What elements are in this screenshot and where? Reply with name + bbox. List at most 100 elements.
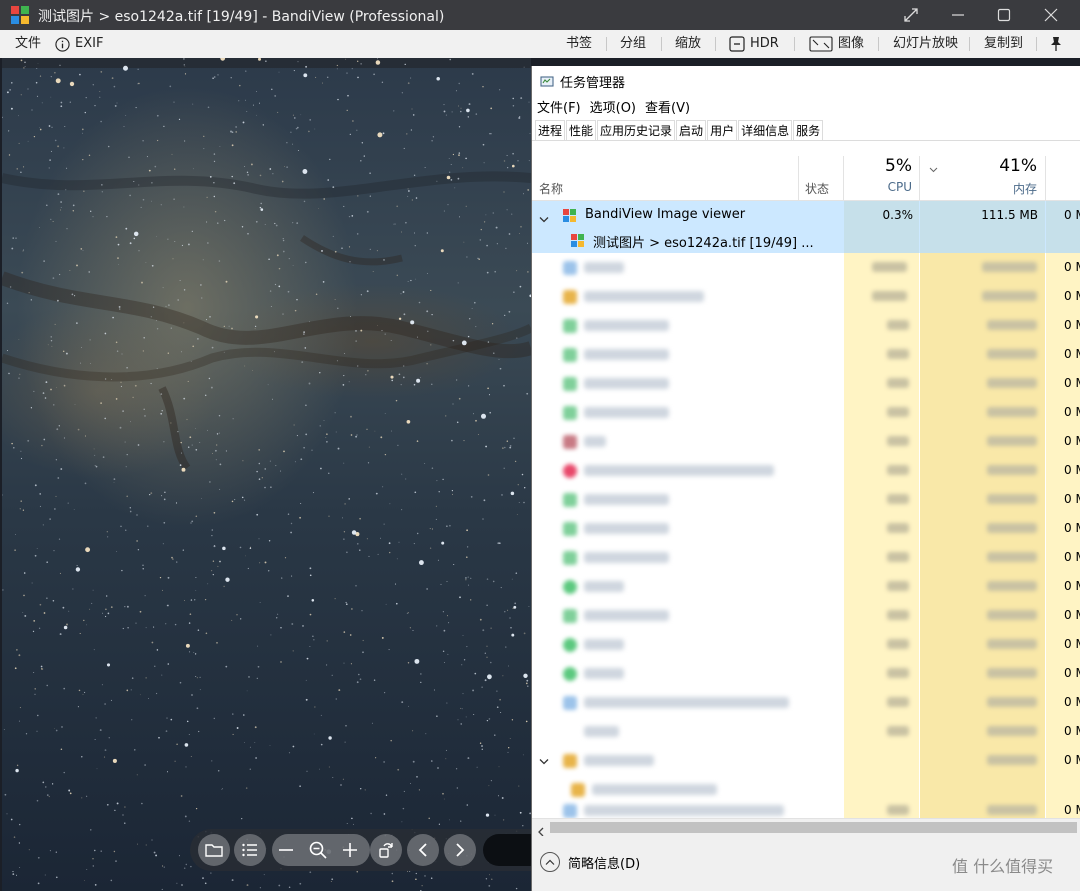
disk-value: 0 M	[1064, 521, 1080, 535]
tab-services[interactable]: 服务	[793, 120, 824, 141]
disk-value: 0 M	[1064, 289, 1080, 303]
slideshow-button[interactable]: 幻灯片放映	[893, 30, 958, 58]
tab-processes[interactable]: 进程	[535, 120, 566, 141]
process-row[interactable]: 0 M	[532, 543, 1080, 572]
process-row[interactable]: 0 M	[532, 796, 1080, 818]
minimize-icon[interactable]	[935, 0, 981, 30]
info-icon	[55, 36, 70, 52]
disk-value: 0 M	[1064, 579, 1080, 593]
process-memory: 111.5 MB	[981, 208, 1038, 222]
disk-value: 0 M	[1064, 376, 1080, 390]
tab-details[interactable]: 详细信息	[738, 120, 793, 141]
zoom-fit-icon[interactable]	[308, 840, 328, 864]
disk-value: 0 M	[1064, 753, 1080, 767]
process-row[interactable]: 0 M	[532, 311, 1080, 340]
menu-view[interactable]: 查看(V)	[645, 97, 690, 116]
tab-app-history[interactable]: 应用历史记录	[597, 120, 676, 141]
expand-chevron-icon[interactable]	[539, 209, 549, 228]
process-row[interactable]: 0 M	[532, 369, 1080, 398]
process-row[interactable]: 0 M	[532, 746, 1080, 775]
fewer-details-button[interactable]: 简略信息(D)	[540, 852, 640, 872]
process-row[interactable]: 0 M	[532, 630, 1080, 659]
task-manager-title-text: 任务管理器	[560, 76, 626, 91]
process-list: BandiView Image viewer 0.3% 111.5 MB 0 M…	[532, 201, 1080, 818]
title-bar: 测试图片 > eso1242a.tif [19/49] - BandiView …	[0, 0, 1080, 30]
exif-button[interactable]: EXIF	[55, 30, 103, 58]
disk-value: 0 M	[1064, 637, 1080, 651]
maximize-icon[interactable]	[981, 0, 1027, 30]
process-child-window: 测试图片 > eso1242a.tif [19/49] ...	[593, 236, 814, 251]
zoom-out-icon[interactable]	[276, 840, 296, 864]
tab-performance[interactable]: 性能	[566, 120, 597, 141]
process-row[interactable]: 0 M	[532, 688, 1080, 717]
copy-to-button[interactable]: 复制到	[984, 30, 1023, 58]
column-cpu[interactable]: CPU	[888, 180, 912, 194]
task-manager-tabs: 进程 性能 应用历史记录 启动 用户 详细信息 服务	[535, 120, 824, 141]
task-manager-window: 任务管理器 文件(F) 选项(O) 查看(V) 进程 性能 应用历史记录 启动 …	[531, 66, 1080, 891]
process-cpu: 0.3%	[882, 208, 914, 222]
hdr-icon	[729, 36, 745, 52]
disk-value: 0 M	[1064, 608, 1080, 622]
pin-icon[interactable]	[1049, 36, 1063, 52]
window-title: 测试图片 > eso1242a.tif [19/49] - BandiView …	[38, 9, 445, 25]
process-row[interactable]: 0 M	[532, 282, 1080, 311]
bandiview-app-icon	[563, 209, 577, 223]
previous-icon[interactable]	[407, 834, 439, 866]
image-adjust-icon	[809, 36, 833, 52]
image-viewport[interactable]	[2, 58, 531, 891]
menu-options[interactable]: 选项(O)	[590, 97, 636, 116]
expand-chevron-icon[interactable]	[539, 755, 549, 769]
column-status[interactable]: 状态	[805, 180, 829, 197]
hdr-label: HDR	[750, 36, 779, 51]
rotate-icon[interactable]	[370, 834, 402, 866]
memory-percent: 41%	[999, 156, 1037, 176]
column-memory[interactable]: 内存	[1013, 180, 1037, 197]
process-row[interactable]: 0 M	[532, 456, 1080, 485]
hdr-button[interactable]: HDR	[729, 30, 779, 58]
process-row[interactable]: 0 M	[532, 601, 1080, 630]
bandiview-window-icon	[571, 234, 585, 248]
column-name[interactable]: 名称	[539, 180, 563, 197]
process-row[interactable]: 0 M	[532, 485, 1080, 514]
file-menu[interactable]: 文件	[15, 30, 41, 58]
group-button[interactable]: 分组	[620, 30, 646, 58]
process-row[interactable]: 0 M	[532, 717, 1080, 746]
disk-value: 0 M	[1064, 666, 1080, 680]
menu-file[interactable]: 文件(F)	[537, 97, 581, 116]
process-table-header: 名称 状态 5% CPU 41% 内存	[532, 144, 1080, 201]
process-row[interactable]: 0 M	[532, 659, 1080, 688]
tab-users[interactable]: 用户	[707, 120, 738, 141]
image-button[interactable]: 图像	[809, 30, 864, 58]
process-row[interactable]: 0 M	[532, 514, 1080, 543]
process-row[interactable]: 0 M	[532, 427, 1080, 456]
horizontal-scrollbar[interactable]	[532, 818, 1080, 837]
scrollbar-thumb[interactable]	[550, 822, 1077, 833]
viewer-control-bar	[190, 829, 570, 871]
process-row[interactable]: 0 M	[532, 398, 1080, 427]
zoom-button[interactable]: 缩放	[675, 30, 701, 58]
disk-value: 0 M	[1064, 695, 1080, 709]
process-row[interactable]: 0 M	[532, 340, 1080, 369]
disk-value: 0 M	[1064, 724, 1080, 738]
tab-startup[interactable]: 启动	[676, 120, 707, 141]
process-name: BandiView Image viewer	[585, 207, 746, 222]
close-icon[interactable]	[1028, 0, 1074, 30]
bookmark-button[interactable]: 书签	[566, 30, 592, 58]
next-icon[interactable]	[444, 834, 476, 866]
disk-value: 0 M	[1064, 803, 1080, 817]
sort-chevron-icon	[929, 158, 938, 177]
open-folder-icon[interactable]	[198, 834, 230, 866]
process-row[interactable]: 0 M	[532, 253, 1080, 282]
list-icon[interactable]	[234, 834, 266, 866]
fullscreen-icon[interactable]	[888, 0, 934, 30]
zoom-in-icon[interactable]	[340, 840, 360, 864]
toolbar: 文件 EXIF 书签 分组 缩放 HDR 图像 幻灯片放映 复制到	[0, 30, 1080, 58]
process-row[interactable]: 0 M	[532, 572, 1080, 601]
milky-way-image	[2, 58, 531, 891]
task-manager-footer: 简略信息(D) 值 什么值得买	[532, 836, 1080, 891]
cpu-percent: 5%	[885, 156, 912, 176]
exif-label: EXIF	[75, 36, 104, 51]
image-label: 图像	[838, 36, 865, 51]
bandiview-logo-icon	[11, 6, 30, 25]
task-manager-menu: 文件(F) 选项(O) 查看(V)	[537, 97, 690, 116]
